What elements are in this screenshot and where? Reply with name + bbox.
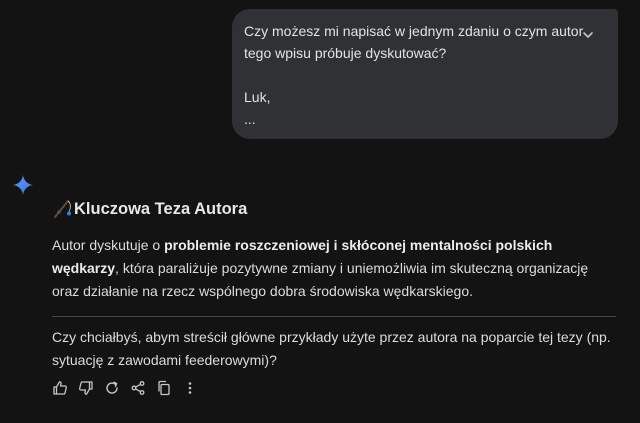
regenerate-icon — [106, 381, 118, 394]
response-heading: Kluczowa Teza Autora — [52, 196, 618, 222]
gemini-sparkle-icon — [12, 174, 34, 196]
chat-page: Czy możesz mi napisać w jednym zdaniu o … — [0, 0, 640, 423]
thumb-up-button[interactable] — [52, 380, 68, 396]
share-icon — [131, 381, 145, 395]
divider — [52, 316, 616, 317]
user-message-line: tego wpisu próbuje dyskutować? — [244, 45, 447, 61]
response-actions — [52, 380, 208, 396]
more-vert-icon — [188, 382, 192, 394]
expand-message-button[interactable] — [578, 25, 598, 45]
more-options-button[interactable] — [182, 380, 198, 396]
thumb-down-button[interactable] — [78, 380, 94, 396]
user-message-bubble: Czy możesz mi napisać w jednym zdaniu o … — [232, 9, 618, 139]
share-button[interactable] — [130, 380, 146, 396]
user-message-line: Luk, — [244, 89, 271, 105]
model-response: Kluczowa Teza Autora Autor dyskutuje o p… — [52, 196, 618, 372]
copy-icon — [158, 380, 170, 396]
thumb-up-icon — [53, 381, 67, 395]
copy-button[interactable] — [156, 380, 172, 396]
chevron-down-icon — [583, 32, 593, 38]
user-message-line: Czy możesz mi napisać w jednym zdaniu o … — [244, 23, 584, 39]
fishing-pole-emoji-icon — [54, 200, 71, 218]
user-message-line: ... — [244, 111, 256, 127]
response-paragraph: Autor dyskutuje o problemie roszczeniowe… — [52, 237, 589, 299]
response-followup-question: Czy chciałbyś, abym streścił główne przy… — [52, 329, 611, 368]
regenerate-button[interactable] — [104, 380, 120, 396]
thumb-down-icon — [79, 381, 93, 395]
response-heading-text: Kluczowa Teza Autora — [74, 199, 248, 218]
